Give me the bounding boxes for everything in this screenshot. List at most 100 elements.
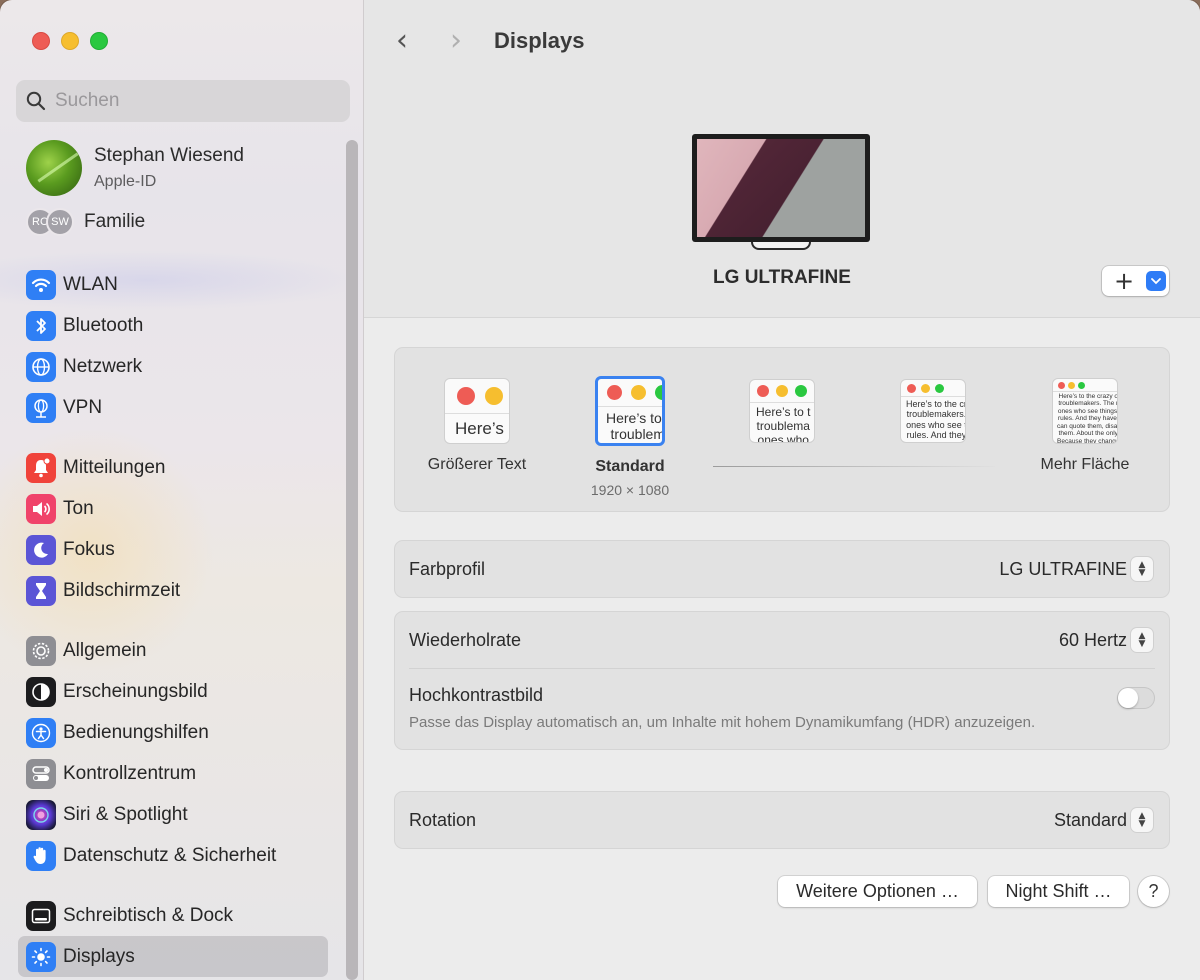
hdr-label: Hochkontrastbild	[409, 685, 544, 705]
preview-text: Here’s to the cr troublemakers. ones who…	[906, 399, 966, 441]
sidebar-item-datenschutz[interactable]: Datenschutz & Sicherheit	[18, 835, 328, 876]
sidebar-item-wlan[interactable]: WLAN	[18, 264, 328, 305]
sidebar: Stephan Wiesend Apple-ID RC SW Familie W…	[0, 0, 364, 980]
night-shift-button[interactable]: Night Shift …	[988, 876, 1129, 907]
preview-text: Here’s to t troublem	[606, 410, 665, 443]
search-icon	[26, 91, 46, 111]
resolution-option-4[interactable]: Here’s to the cr troublemakers. ones who…	[900, 379, 966, 443]
sidebar-item-label: Displays	[63, 945, 135, 967]
preview-text: Here’s	[455, 419, 504, 438]
hdr-row: Hochkontrastbild Passe das Display autom…	[395, 669, 1169, 749]
display-header: ‹ › Displays LG ULTRAFINE +	[364, 0, 1200, 318]
monitor-stand	[751, 242, 811, 250]
chevron-down-icon[interactable]	[1146, 271, 1167, 291]
color-profile-label: Farbprofil	[409, 558, 486, 579]
back-button[interactable]: ‹	[396, 26, 408, 56]
sidebar-item-label: Schreibtisch & Dock	[63, 904, 234, 926]
family-avatar: SW	[46, 208, 74, 236]
sidebar-item-label: Kontrollzentrum	[63, 762, 197, 784]
resolution-slider-track[interactable]	[713, 466, 995, 467]
system-settings-window: Stephan Wiesend Apple-ID RC SW Familie W…	[0, 0, 1200, 980]
resolution-label: Größerer Text	[427, 456, 527, 473]
refresh-rate-value: 60 Hertz	[1058, 629, 1127, 650]
resolution-label: Standard	[595, 458, 665, 475]
close-button[interactable]	[32, 32, 50, 50]
sidebar-item-label: Bildschirmzeit	[63, 579, 181, 601]
bell-icon	[26, 452, 56, 483]
resolution-option-3[interactable]: Here’s to t troublema ones who	[749, 379, 815, 443]
popup-arrows-icon: ▲ ▼	[1131, 557, 1153, 581]
moon-icon	[26, 534, 56, 565]
rotation-value: Standard	[1053, 809, 1127, 830]
resolution-panel: Here’s Größerer Text Here’s to t trouble…	[394, 347, 1170, 512]
sidebar-item-kontrollzentrum[interactable]: Kontrollzentrum	[18, 753, 328, 794]
resolution-option-standard[interactable]: Here’s to t troublem Standard 1920 × 108…	[570, 376, 690, 498]
sidebar-item-mitteilungen[interactable]: Mitteilungen	[18, 447, 328, 488]
color-profile-value: LG ULTRAFINE	[999, 558, 1127, 579]
sidebar-item-label: Erscheinungsbild	[63, 680, 208, 702]
rotation-label: Rotation	[409, 809, 477, 830]
sidebar-item-netzwerk[interactable]: Netzwerk	[18, 346, 328, 387]
search-input[interactable]	[55, 90, 315, 112]
wifi-icon	[26, 269, 56, 300]
popup-arrows-icon: ▲ ▼	[1131, 808, 1153, 832]
sidebar-item-vpn[interactable]: VPN	[18, 387, 328, 428]
sidebar-item-allgemein[interactable]: Allgemein	[18, 630, 328, 671]
sidebar-item-fokus[interactable]: Fokus	[18, 529, 328, 570]
profile-subtitle: Apple-ID	[94, 173, 157, 190]
refresh-rate-label: Wiederholrate	[409, 629, 522, 650]
preview-text: Here’s to the crazy one troublemakers. T…	[1057, 393, 1118, 444]
sidebar-item-label: Fokus	[63, 538, 115, 560]
forward-button[interactable]: ›	[450, 26, 462, 56]
sidebar-item-erscheinungsbild[interactable]: Erscheinungsbild	[18, 671, 328, 712]
apple-id-profile[interactable]: Stephan Wiesend Apple-ID	[26, 140, 244, 196]
more-options-button[interactable]: Weitere Optionen …	[778, 876, 977, 907]
display-name: LG ULTRAFINE	[713, 267, 851, 288]
profile-name: Stephan Wiesend	[94, 145, 244, 166]
resolution-size: 1920 × 1080	[590, 482, 670, 498]
switches-icon	[26, 758, 56, 789]
sidebar-item-label: WLAN	[63, 273, 118, 295]
plus-icon: +	[1114, 267, 1135, 295]
sidebar-item-label: Netzwerk	[63, 355, 143, 377]
sidebar-item-bluetooth[interactable]: Bluetooth	[18, 305, 328, 346]
resolution-preview: Here’s	[444, 378, 510, 444]
vpn-globe-icon	[26, 392, 56, 423]
page-title: Displays	[494, 28, 585, 53]
window-controls	[32, 32, 108, 50]
hdr-toggle[interactable]	[1117, 687, 1155, 709]
hourglass-icon	[26, 575, 56, 606]
rotation-select[interactable]: Standard ▲ ▼	[1054, 808, 1153, 832]
resolution-label: Mehr Fläche	[1040, 456, 1130, 473]
avatar	[26, 140, 82, 196]
color-profile-select[interactable]: LG ULTRAFINE ▲ ▼	[999, 557, 1153, 581]
sidebar-item-displays[interactable]: Displays	[18, 936, 328, 977]
sidebar-item-label: Datenschutz & Sicherheit	[63, 844, 277, 866]
resolution-preview: Here’s to the crazy one troublemakers. T…	[1052, 378, 1118, 444]
resolution-option-more-space[interactable]: Here’s to the crazy one troublemakers. T…	[1015, 378, 1155, 474]
sidebar-item-label: Mitteilungen	[63, 456, 166, 478]
search-field[interactable]	[16, 80, 350, 122]
resolution-preview: Here’s to t troublem	[595, 376, 665, 446]
sidebar-scrollbar[interactable]	[346, 140, 358, 980]
sidebar-group-general: Allgemein Erscheinungsbild Bedienungshil…	[18, 630, 328, 876]
family-item[interactable]: RC SW Familie	[26, 208, 145, 236]
display-preview[interactable]	[692, 134, 870, 252]
sidebar-item-schreibtisch-dock[interactable]: Schreibtisch & Dock	[18, 895, 328, 936]
sidebar-item-label: Bluetooth	[63, 314, 144, 336]
wallpaper-preview	[697, 139, 865, 237]
sidebar-item-bedienungshilfen[interactable]: Bedienungshilfen	[18, 712, 328, 753]
help-button[interactable]: ?	[1138, 876, 1169, 907]
sidebar-item-bildschirmzeit[interactable]: Bildschirmzeit	[18, 570, 328, 611]
zoom-button[interactable]	[90, 32, 108, 50]
minimize-button[interactable]	[61, 32, 79, 50]
sidebar-item-label: Allgemein	[63, 639, 147, 661]
family-label: Familie	[84, 211, 146, 232]
resolution-preview: Here’s to t troublema ones who	[749, 379, 815, 443]
refresh-rate-select[interactable]: 60 Hertz ▲ ▼	[1059, 628, 1153, 652]
color-profile-panel: Farbprofil LG ULTRAFINE ▲ ▼	[394, 540, 1170, 598]
sidebar-item-siri-spotlight[interactable]: Siri & Spotlight	[18, 794, 328, 835]
add-display-button[interactable]: +	[1102, 266, 1169, 296]
sidebar-item-ton[interactable]: Ton	[18, 488, 328, 529]
resolution-option-larger-text[interactable]: Here’s Größerer Text	[417, 378, 537, 474]
